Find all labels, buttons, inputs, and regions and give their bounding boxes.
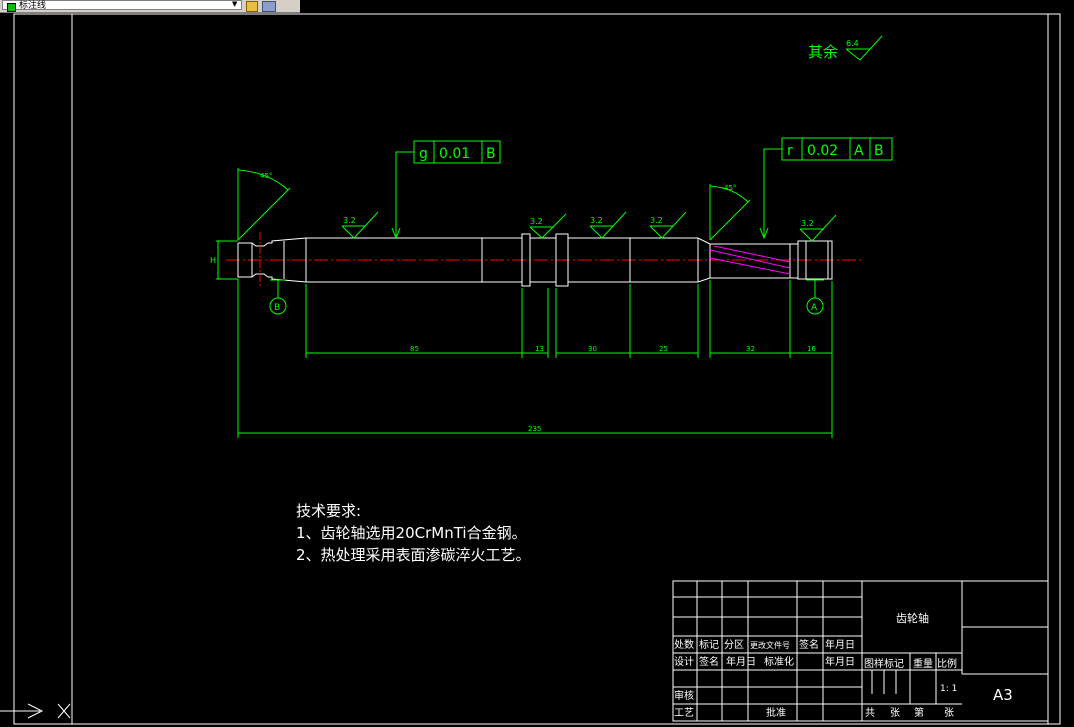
height-label: H bbox=[210, 256, 216, 265]
datum-a-label: A bbox=[811, 303, 818, 313]
roughness-mark-5: 3.2 bbox=[799, 214, 837, 242]
label-nianyueri: 年月日 bbox=[825, 638, 855, 651]
label-gongyi: 工艺 bbox=[674, 707, 694, 719]
dimension-30: 30 bbox=[588, 345, 597, 353]
label-bili: 比例 bbox=[937, 657, 957, 670]
tolerance-left-datum: B bbox=[486, 146, 496, 162]
dimension-85: 85 bbox=[410, 345, 419, 353]
dimension-16: 16 bbox=[807, 345, 816, 353]
label-nianyueri-3: 年月日 bbox=[825, 655, 855, 668]
label-zhang-2: 张 bbox=[944, 707, 954, 719]
length-dimensions: 85 13 30 25 32 16 235 bbox=[237, 279, 833, 438]
notes-line-1: 1、齿轮轴选用20CrMnTi合金钢。 bbox=[296, 524, 527, 542]
roughness-other-value: 6.4 bbox=[846, 39, 859, 48]
tolerance-frame-left: g 0.01 B bbox=[391, 140, 501, 240]
roughness-value-4: 3.2 bbox=[650, 216, 663, 225]
dimension-25: 25 bbox=[659, 345, 668, 353]
roughness-mark-3: 3.2 bbox=[589, 211, 627, 239]
roughness-value-3: 3.2 bbox=[590, 216, 603, 225]
label-chushu: 处数 bbox=[674, 638, 694, 651]
tolerance-right-value: 0.02 bbox=[807, 143, 838, 159]
drawing-canvas[interactable]: 其余 6.4 H 45° 45° g 0.01 B r 0.02 A B 3.2… bbox=[0, 0, 1074, 727]
tolerance-right-datum-b: B bbox=[874, 143, 884, 159]
roughness-value-1: 3.2 bbox=[343, 216, 356, 225]
chamfer-left-label: 45° bbox=[260, 172, 272, 180]
dimension-32: 32 bbox=[746, 345, 755, 353]
label-qianming: 签名 bbox=[799, 638, 819, 651]
chamfer-right: 45° bbox=[709, 184, 751, 241]
ucs-icon bbox=[0, 703, 71, 719]
notes-title: 技术要求: bbox=[296, 502, 362, 520]
roughness-other: 其余 6.4 bbox=[808, 35, 883, 61]
sheet-size: A3 bbox=[993, 686, 1013, 704]
tolerance-right-symbol: r bbox=[787, 143, 793, 159]
notes-line-2: 2、热处理采用表面渗碳淬火工艺。 bbox=[296, 546, 531, 564]
scale-value: 1: 1 bbox=[940, 684, 957, 694]
datum-b-label: B bbox=[274, 303, 280, 313]
technical-requirements: 技术要求: 1、齿轮轴选用20CrMnTi合金钢。 2、热处理采用表面渗碳淬火工… bbox=[296, 500, 531, 566]
datum-b-marker: B bbox=[269, 279, 287, 315]
label-tuyang: 图样标记 bbox=[864, 657, 904, 670]
label-nianyueri-2: 年月日 bbox=[726, 655, 756, 668]
roughness-mark-1: 3.2 bbox=[341, 211, 379, 239]
dimension-235: 235 bbox=[528, 425, 541, 433]
label-zhongliang: 重量 bbox=[913, 657, 933, 670]
chamfer-left: 45° bbox=[237, 168, 291, 241]
label-shenhe: 审核 bbox=[674, 689, 694, 702]
roughness-other-label: 其余 bbox=[808, 43, 838, 61]
label-pizhun: 批准 bbox=[766, 706, 786, 719]
label-genggai: 更改文件号 bbox=[750, 640, 790, 650]
roughness-value-5: 3.2 bbox=[801, 219, 814, 228]
label-fenqu: 分区 bbox=[724, 639, 744, 651]
label-sheji: 设计 bbox=[674, 655, 694, 668]
label-gong: 共 bbox=[865, 707, 875, 719]
tolerance-frame-right: r 0.02 A B bbox=[759, 137, 893, 240]
label-biaozhunhua: 标准化 bbox=[764, 655, 794, 668]
label-di: 第 bbox=[914, 706, 924, 719]
label-biaoji: 标记 bbox=[699, 639, 719, 651]
datum-a-marker: A bbox=[806, 279, 824, 315]
tolerance-left-value: 0.01 bbox=[439, 146, 470, 162]
dimension-13: 13 bbox=[535, 345, 544, 353]
label-zhang: 张 bbox=[890, 707, 900, 719]
tolerance-left-symbol: g bbox=[419, 146, 428, 162]
part-name: 齿轮轴 bbox=[896, 611, 929, 625]
roughness-value-2: 3.2 bbox=[530, 217, 543, 226]
label-qianming-2: 签名 bbox=[699, 655, 719, 668]
roughness-mark-4: 3.2 bbox=[649, 211, 687, 239]
title-block: 齿轮轴 A3 1: 1 处数 标记 分区 更改文件号 签名 年月日 设计 签名 … bbox=[672, 580, 1049, 722]
chamfer-right-label: 45° bbox=[724, 184, 736, 192]
tolerance-right-datum-a: A bbox=[854, 143, 864, 159]
